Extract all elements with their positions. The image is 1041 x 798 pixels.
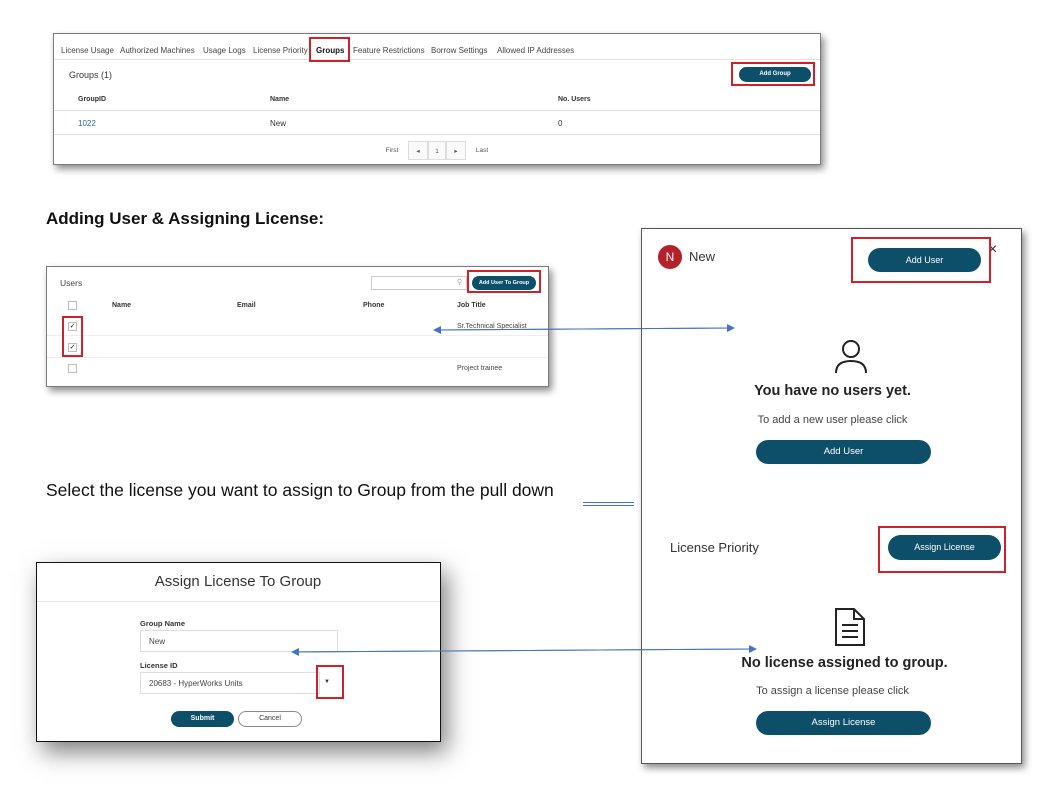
connector-arrows: [291, 324, 757, 656]
arrow-license-to-dialog: [291, 647, 757, 656]
arrow-add-user-to-users: [433, 325, 735, 334]
